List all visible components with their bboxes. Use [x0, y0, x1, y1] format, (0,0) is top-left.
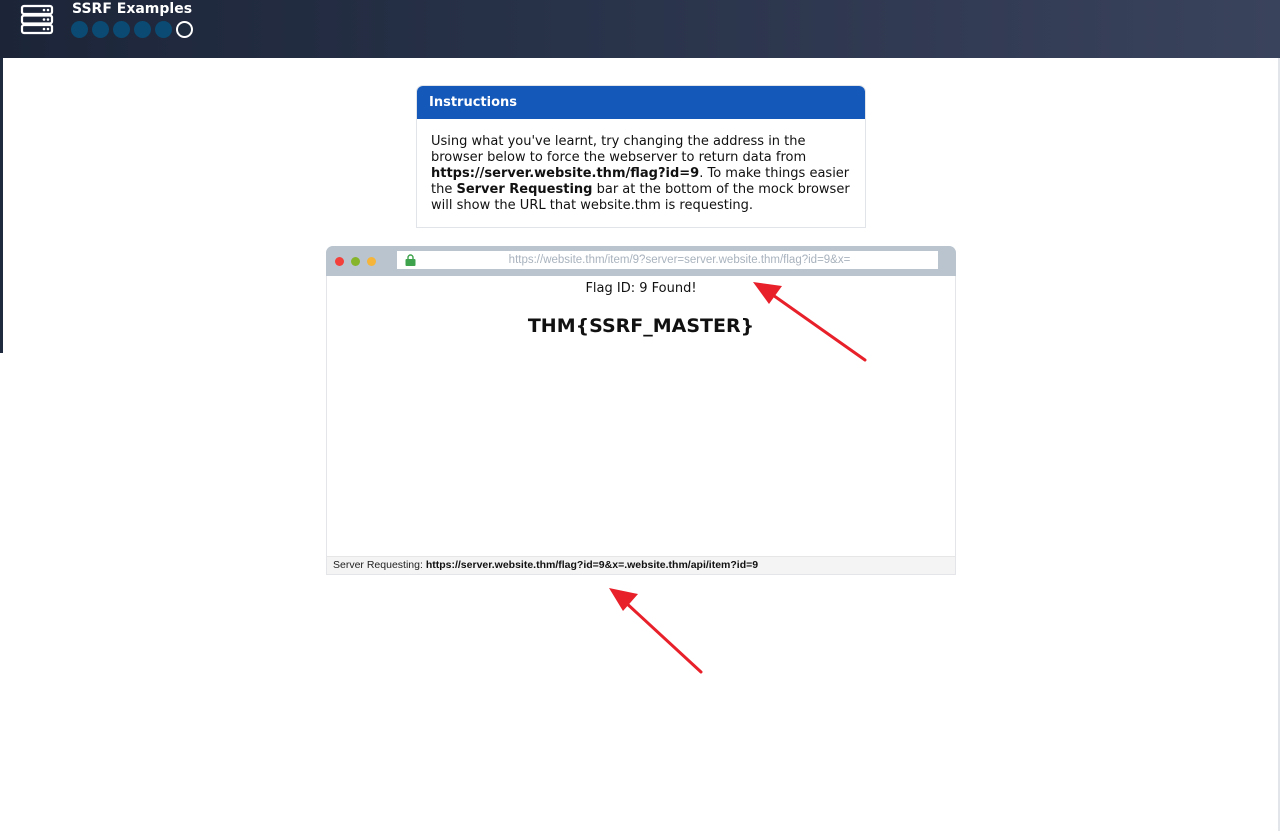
room-title: SSRF Examples [72, 1, 193, 17]
server-requesting-highlight: Server Requesting [456, 182, 593, 197]
progress-step[interactable] [92, 21, 109, 38]
instructions-text: Using what you've learnt, try changing t… [417, 119, 865, 214]
progress-step[interactable] [155, 21, 172, 38]
progress-step[interactable] [134, 21, 151, 38]
flag-found-message: Flag ID: 9 Found! [585, 281, 697, 296]
maximize-window-dot [351, 257, 360, 266]
close-window-dot [335, 257, 344, 266]
instructions-text-part: Using what you've learnt, try changing t… [431, 134, 807, 165]
address-text[interactable]: https://website.thm/item/9?server=server… [425, 251, 934, 269]
arrow-to-server-requesting [609, 588, 703, 674]
mock-browser: https://website.thm/item/9?server=server… [326, 246, 956, 575]
flag-value: THM{SSRF_MASTER} [527, 315, 755, 337]
minimize-window-dot [367, 257, 376, 266]
progress-step[interactable] [113, 21, 130, 38]
left-panel-edge [0, 58, 3, 353]
top-header: SSRF Examples [0, 0, 1280, 58]
progress-steps [71, 21, 193, 38]
instructions-heading: Instructions [417, 86, 865, 119]
progress-step[interactable] [71, 21, 88, 38]
server-requesting-url: https://server.website.thm/flag?id=9&x=.… [425, 559, 759, 571]
lock-icon [405, 254, 416, 266]
progress-step-current[interactable] [176, 21, 193, 38]
target-url: https://server.website.thm/flag?id=9 [431, 166, 700, 181]
server-requesting-bar: Server Requesting: https://server.websit… [327, 556, 955, 574]
page: SSRF Examples Instructions Using what yo… [0, 0, 1280, 831]
instructions-card: Instructions Using what you've learnt, t… [416, 85, 866, 228]
server-requesting-label: Server Requesting: [333, 559, 423, 571]
browser-toolbar: https://website.thm/item/9?server=server… [326, 246, 956, 276]
server-rack-icon [20, 4, 54, 35]
address-bar[interactable]: https://website.thm/item/9?server=server… [397, 251, 938, 269]
